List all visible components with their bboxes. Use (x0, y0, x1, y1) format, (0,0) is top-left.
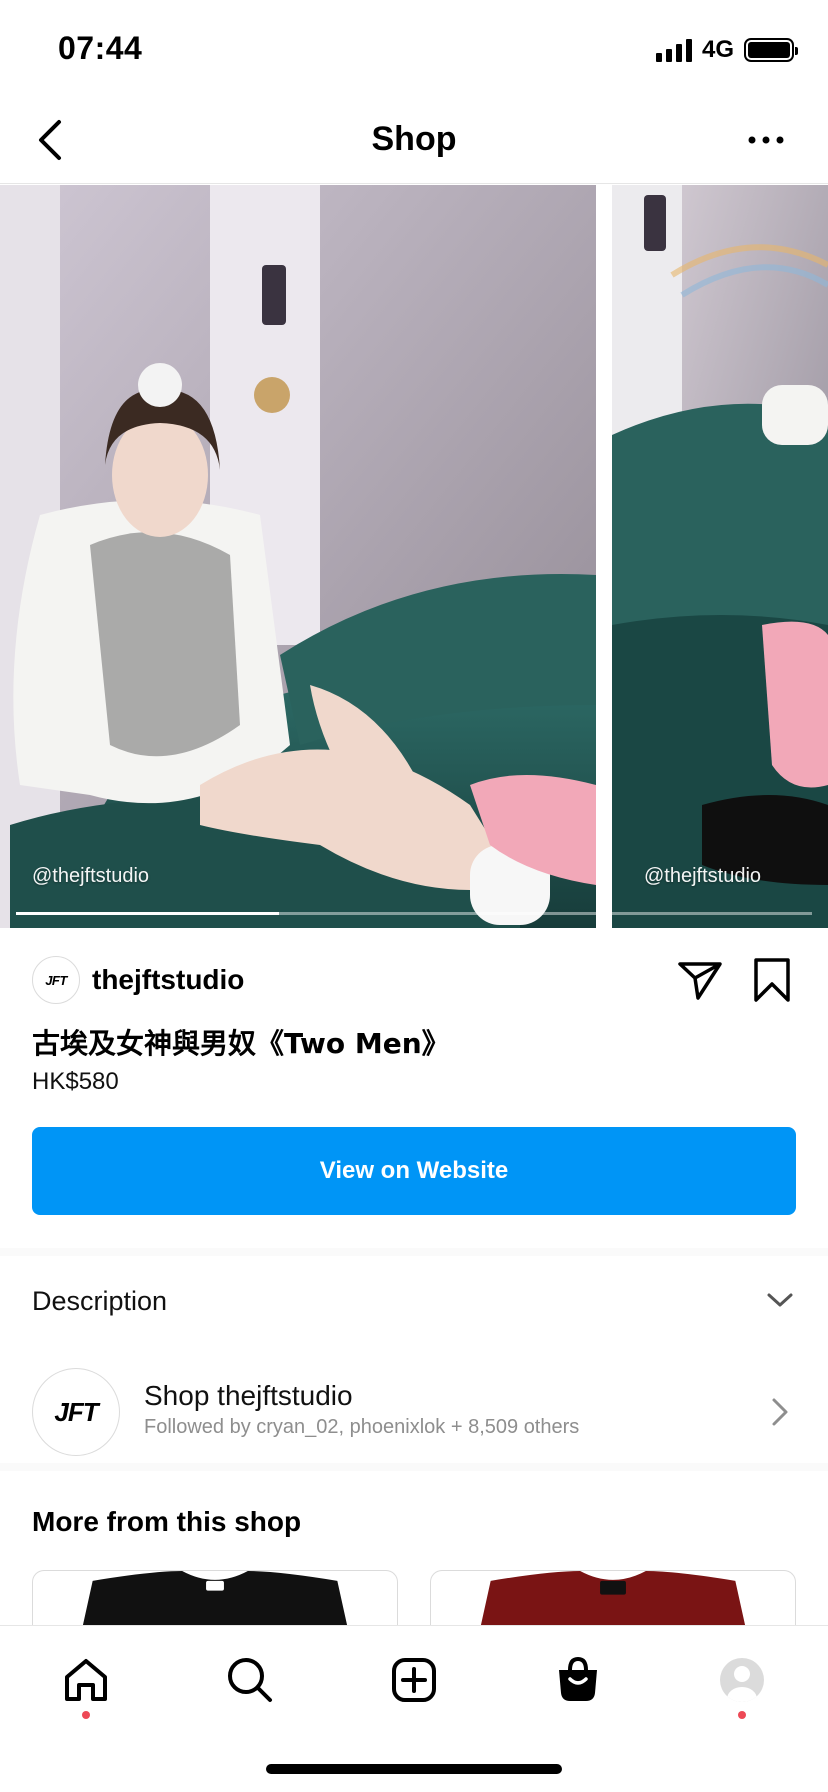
carousel-progress-fill (16, 912, 279, 915)
product-photo-next (612, 185, 828, 928)
product-image[interactable]: @thejftstudio (0, 185, 596, 928)
search-icon (228, 1658, 272, 1702)
shop-followers-text: Followed by cryan_02, phoenixlok + 8,509… (144, 1416, 580, 1438)
shop-name[interactable]: thejftstudio (92, 964, 244, 996)
paper-plane-icon (678, 962, 722, 1000)
signal-bars-icon (655, 38, 692, 62)
carousel-progress (16, 912, 812, 915)
share-button[interactable] (676, 956, 724, 1004)
nav-header: Shop (0, 96, 828, 184)
tab-shop[interactable] (546, 1648, 610, 1712)
network-label: 4G (701, 36, 734, 63)
shop-avatar[interactable]: JFT (32, 956, 80, 1004)
battery-icon (744, 38, 798, 62)
tab-create[interactable] (382, 1648, 446, 1712)
image-watermark-next: @thejftstudio (644, 865, 762, 887)
image-watermark: @thejftstudio (32, 865, 150, 887)
home-icon (65, 1659, 107, 1701)
save-button[interactable] (748, 956, 796, 1004)
chevron-right-icon (772, 1398, 788, 1426)
tab-home[interactable] (54, 1648, 118, 1712)
bookmark-icon (754, 958, 790, 1002)
section-divider (0, 1463, 828, 1471)
product-photo (0, 185, 596, 928)
description-toggle[interactable]: Description (0, 1260, 828, 1340)
status-bar: 07:44 4G (0, 0, 828, 96)
tab-search[interactable] (218, 1648, 282, 1712)
tshirt-thumbnail (480, 1571, 746, 1626)
home-notification-dot (82, 1711, 90, 1719)
profile-icon (720, 1658, 764, 1702)
section-divider (0, 1248, 828, 1256)
product-image-carousel[interactable]: @thejftstudio @thejftstudio (0, 185, 828, 928)
product-title: 古埃及女神與男奴《Two Men》 (32, 1027, 450, 1060)
home-indicator (266, 1764, 562, 1774)
more-horizontal-icon (748, 136, 784, 144)
view-on-website-button[interactable]: View on Website (32, 1127, 796, 1215)
tshirt-thumbnail (82, 1571, 348, 1626)
shop-product-card[interactable] (430, 1570, 796, 1626)
create-icon (392, 1658, 436, 1702)
status-icons: 4G (655, 36, 798, 64)
profile-notification-dot (738, 1711, 746, 1719)
product-header: JFT thejftstudio (32, 956, 796, 1004)
more-from-shop-title: More from this shop (32, 1506, 302, 1537)
shop-bag-icon (559, 1656, 597, 1701)
shop-link-row[interactable]: JFT Shop thejftstudio Followed by cryan_… (0, 1360, 828, 1460)
shop-row-title: Shop thejftstudio (144, 1380, 353, 1411)
page-title: Shop (371, 120, 457, 158)
status-time: 07:44 (58, 30, 143, 66)
chevron-down-icon (767, 1293, 793, 1307)
shop-product-card[interactable] (32, 1570, 398, 1626)
product-price: HK$580 (32, 1068, 119, 1095)
product-image-next[interactable]: @thejftstudio (612, 185, 828, 928)
shop-logo: JFT (32, 1368, 120, 1456)
description-label: Description (32, 1286, 168, 1316)
tab-profile[interactable] (710, 1648, 774, 1712)
more-options-button[interactable] (740, 122, 792, 158)
